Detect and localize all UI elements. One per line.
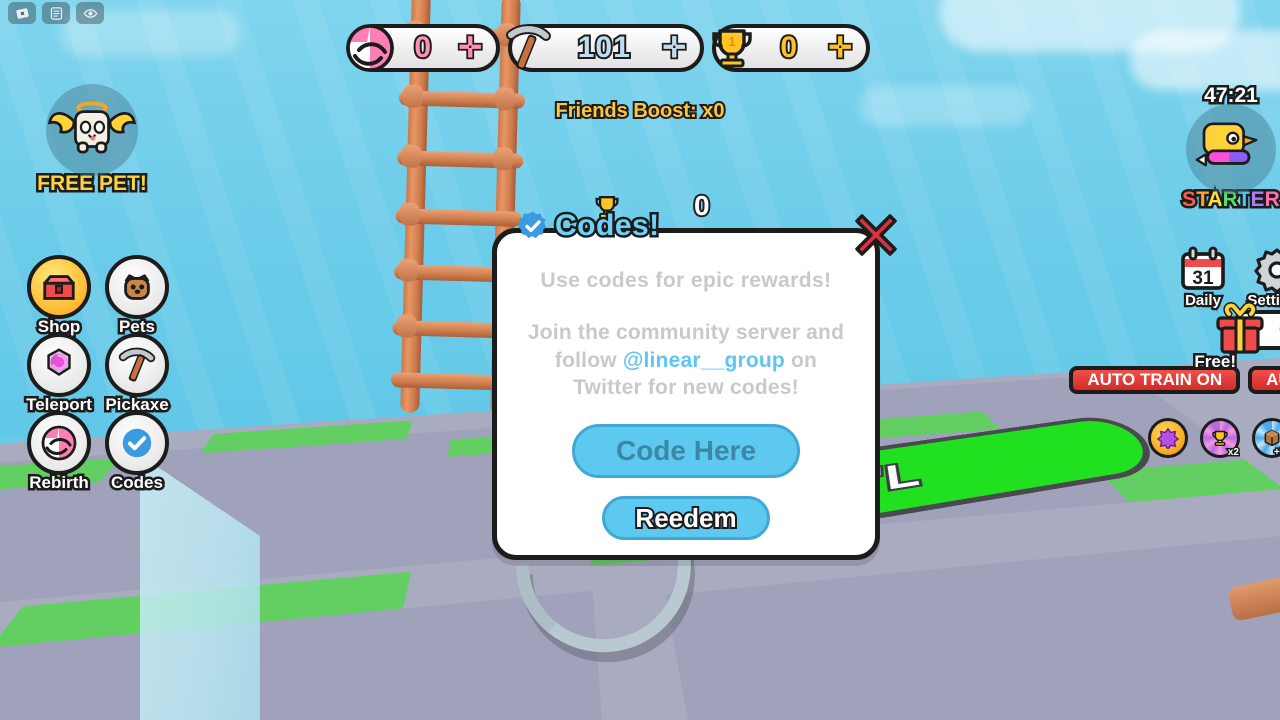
roblox-logo-icon[interactable] bbox=[8, 2, 36, 24]
cloud bbox=[1130, 30, 1280, 90]
sidebar-item-shop[interactable]: Shop bbox=[20, 255, 98, 339]
ore-block-icon bbox=[1264, 429, 1280, 447]
trophy-icon: 1 bbox=[712, 29, 752, 68]
daily-button[interactable]: 31 Daily bbox=[1170, 246, 1236, 311]
shop-chest-icon bbox=[43, 275, 75, 300]
rebirth-orb-icon bbox=[41, 425, 77, 461]
redeem-button[interactable]: Reedem bbox=[602, 496, 770, 541]
currency-value: 101 bbox=[576, 29, 632, 66]
close-x-icon[interactable] bbox=[849, 207, 903, 261]
verified-check-icon bbox=[518, 211, 547, 239]
left-menu: Shop Pets Teleport Pickaxe Rebirth Codes bbox=[20, 255, 176, 495]
sidebar-item-pets[interactable]: Pets bbox=[98, 255, 176, 339]
twitter-handle[interactable]: @linear__group bbox=[623, 349, 785, 372]
gem-boost-button[interactable] bbox=[1148, 418, 1188, 458]
calendar-icon: 31 bbox=[1181, 246, 1225, 290]
sidebar-item-codes[interactable]: Codes bbox=[98, 411, 176, 495]
currency-bar: 0 ✛ 101 ✛ 1 0 ✛ bbox=[346, 20, 870, 76]
codes-instructions: Join the community server and follow @li… bbox=[525, 319, 847, 402]
svg-text:1: 1 bbox=[728, 34, 735, 49]
pickaxe-icon bbox=[118, 347, 156, 382]
sidebar-item-label: Codes bbox=[109, 471, 166, 495]
currency-plus-button[interactable]: ✛ bbox=[827, 32, 854, 64]
sidebar-item-rebirth[interactable]: Rebirth bbox=[20, 411, 98, 495]
svg-text:31: 31 bbox=[1192, 268, 1214, 289]
free-pet-disc bbox=[46, 84, 138, 176]
auto-train-row: AUTO TRAIN ON AUTO bbox=[1069, 366, 1280, 394]
currency-value: 0 bbox=[778, 29, 799, 66]
pet-dog-icon bbox=[124, 274, 150, 300]
angel-pet-icon bbox=[47, 101, 137, 154]
codes-dialog-title: Codes! bbox=[553, 207, 662, 245]
gift-box-icon bbox=[1216, 302, 1264, 354]
codes-dialog-panel: Codes! Use codes for epic rewards! Join … bbox=[492, 207, 897, 560]
gear-icon bbox=[1254, 248, 1280, 294]
free-tag-label: Free! bbox=[1192, 350, 1239, 374]
code-input[interactable] bbox=[572, 424, 800, 479]
teleport-portal-icon bbox=[47, 348, 71, 376]
currency-pickaxe: 101 ✛ bbox=[506, 20, 704, 76]
codes-dialog-header: Codes! bbox=[517, 207, 662, 245]
boost-multiplier: x2 bbox=[1226, 446, 1240, 460]
right-quick-buttons: 31 Daily Settings bbox=[1170, 246, 1280, 311]
boost-row: x2 +50 bbox=[1148, 418, 1280, 460]
world-trophy-count: 0 bbox=[692, 188, 711, 223]
gem-flower-icon bbox=[1157, 427, 1179, 449]
currency-trophy: 1 0 ✛ bbox=[712, 20, 870, 76]
codes-dialog-body: Use codes for epic rewards! Join the com… bbox=[497, 233, 875, 541]
sidebar-item-teleport[interactable]: Teleport bbox=[20, 333, 98, 417]
trophy-icon bbox=[1212, 430, 1228, 446]
sidebar-item-pickaxe[interactable]: Pickaxe bbox=[98, 333, 176, 417]
rebirth-orb-icon bbox=[346, 24, 394, 72]
auto-secondary-button[interactable]: AUTO bbox=[1248, 366, 1280, 394]
verified-check-icon bbox=[122, 428, 152, 458]
ore-boost-button[interactable]: +50 bbox=[1252, 418, 1280, 460]
currency-value: 0 bbox=[412, 29, 433, 66]
gift-button[interactable]: GIFT bbox=[1211, 302, 1280, 358]
codes-dialog: Codes! Use codes for epic rewards! Join … bbox=[492, 207, 897, 560]
pickaxe-icon bbox=[506, 24, 551, 70]
boost-multiplier: +50 bbox=[1273, 446, 1280, 460]
friends-boost-label: Friends Boost: x0 bbox=[554, 98, 727, 124]
currency-rebirth: 0 ✛ bbox=[346, 20, 500, 76]
codes-subtitle: Use codes for epic rewards! bbox=[540, 269, 832, 292]
camera-eye-icon[interactable] bbox=[76, 2, 104, 24]
chat-icon[interactable] bbox=[42, 2, 70, 24]
currency-plus-button[interactable]: ✛ bbox=[661, 32, 688, 64]
settings-button[interactable]: Settings bbox=[1244, 246, 1280, 311]
trophy-boost-button[interactable]: x2 bbox=[1200, 418, 1241, 460]
currency-plus-button[interactable]: ✛ bbox=[457, 32, 484, 64]
roblox-toolbar bbox=[8, 2, 104, 24]
